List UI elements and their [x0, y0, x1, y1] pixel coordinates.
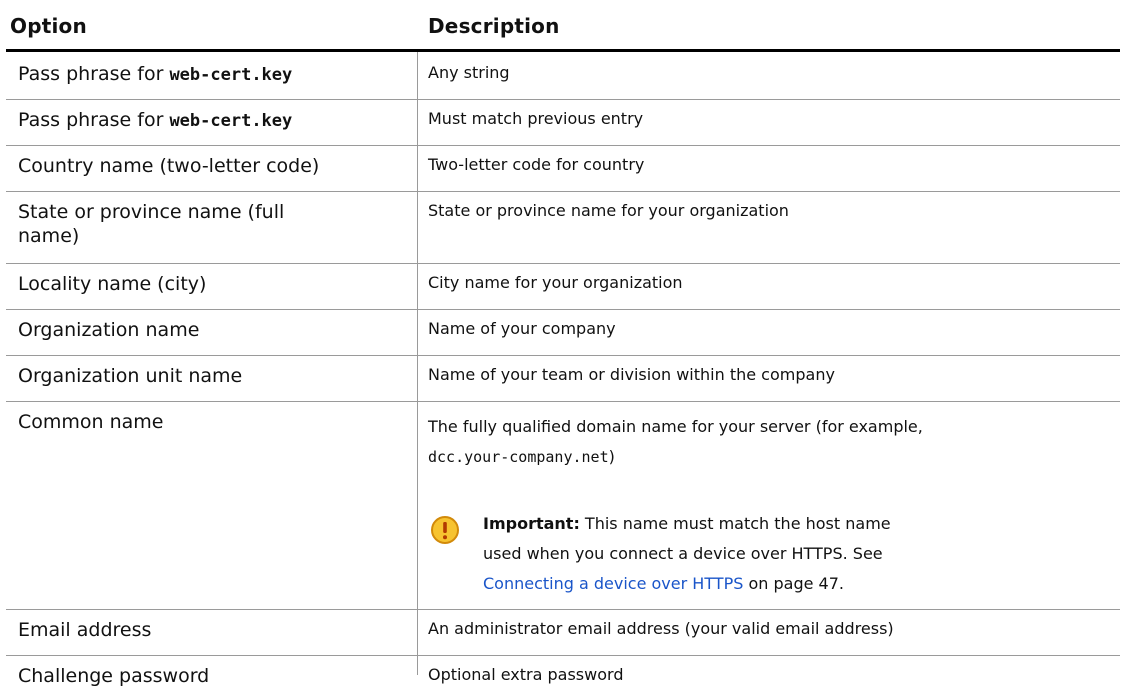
table-row-description: Any string	[428, 63, 510, 82]
table-row-description: The fully qualified domain name for your…	[428, 412, 1098, 472]
row-divider	[6, 191, 1120, 192]
table-row-option: Common name	[18, 411, 164, 433]
option-code: web-cert.key	[169, 111, 293, 131]
table-row-option: Country name (two-letter code)	[18, 155, 320, 177]
note-label: Important:	[483, 514, 580, 533]
table-row-description: Two-letter code for country	[428, 155, 645, 174]
table-row-option: Email address	[18, 619, 152, 641]
table-row-option: Pass phrase for web-cert.key	[18, 62, 413, 87]
table-row-description: Must match previous entry	[428, 109, 644, 128]
table-row-option: Organization name	[18, 319, 200, 341]
table-row-description: State or province name for your organiza…	[428, 201, 789, 220]
row-divider	[6, 655, 1120, 656]
table-row-description: Name of your company	[428, 319, 616, 338]
option-label-line1: State or province name (full	[18, 201, 285, 223]
table-row-option: Pass phrase for web-cert.key	[18, 108, 413, 133]
description-line1: The fully qualified domain name for your…	[428, 417, 923, 436]
row-divider	[6, 401, 1120, 402]
note-line3: Connecting a device over HTTPS on page 4…	[483, 569, 1103, 599]
table-row-description: City name for your organization	[428, 273, 683, 292]
description-tail: )	[608, 447, 615, 466]
table-row-option: State or province name (full name)	[18, 200, 413, 248]
row-divider	[6, 145, 1120, 146]
note-line2: used when you connect a device over HTTP…	[483, 544, 883, 563]
header-description: Description	[428, 14, 560, 38]
row-divider	[6, 355, 1120, 356]
table-row-option: Organization unit name	[18, 365, 243, 387]
table-row-option: Challenge password	[18, 665, 210, 687]
note-line1: Important: This name must match the host…	[483, 509, 1103, 539]
option-label: Pass phrase for	[18, 63, 170, 85]
description-code: dcc.your-company.net	[428, 448, 609, 466]
row-divider	[6, 263, 1120, 264]
connecting-device-link[interactable]: Connecting a device over HTTPS	[483, 574, 743, 593]
note-tail: on page 47.	[743, 574, 844, 593]
row-divider	[6, 309, 1120, 310]
row-divider	[6, 609, 1120, 610]
important-note: Important: This name must match the host…	[428, 509, 1108, 609]
option-label-line2: name)	[18, 225, 80, 247]
header-option: Option	[10, 14, 87, 38]
description-line2: dcc.your-company.net)	[428, 442, 1098, 472]
header-rule	[6, 49, 1120, 52]
warning-icon	[431, 516, 459, 544]
note-text: Important: This name must match the host…	[483, 509, 1103, 599]
row-divider	[6, 99, 1120, 100]
note-line1-text: This name must match the host name	[579, 514, 891, 533]
table-row-description: Optional extra password	[428, 665, 624, 684]
options-table: Option Description Pass phrase for web-c…	[0, 0, 1124, 687]
option-label: Pass phrase for	[18, 109, 170, 131]
option-code: web-cert.key	[169, 65, 293, 85]
table-row-option: Locality name (city)	[18, 273, 207, 295]
table-row-description: An administrator email address (your val…	[428, 619, 894, 638]
table-row-description: Name of your team or division within the…	[428, 365, 835, 384]
